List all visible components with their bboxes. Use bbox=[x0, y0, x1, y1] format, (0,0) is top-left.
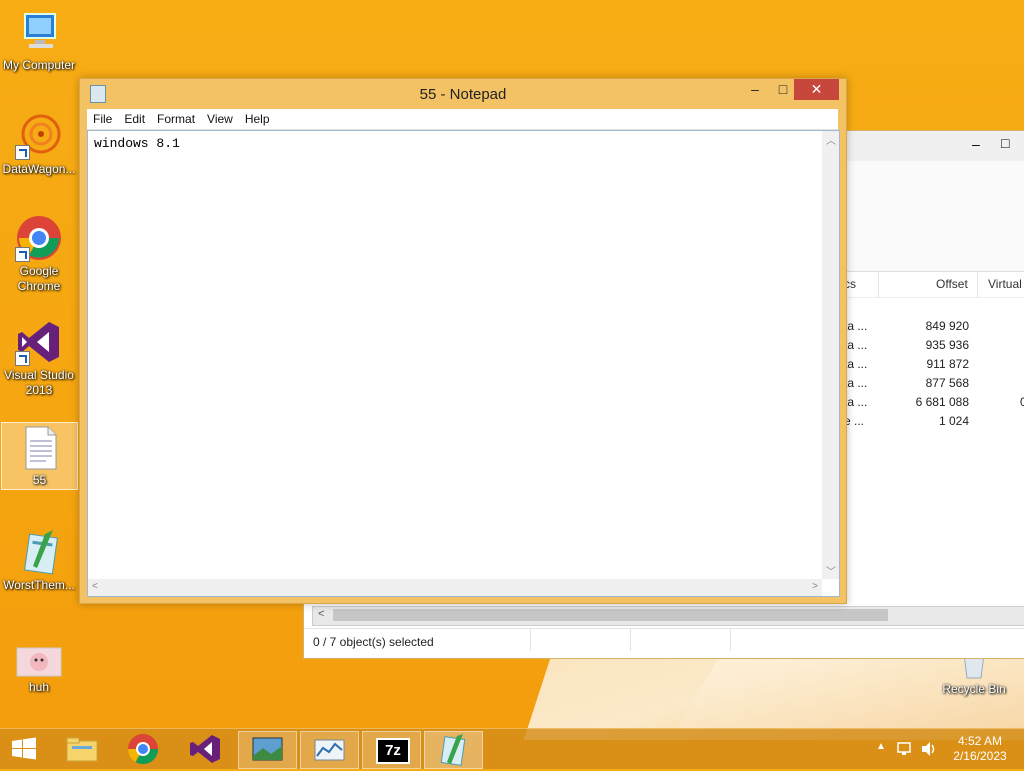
scroll-down-icon[interactable]: ﹀ bbox=[826, 563, 836, 578]
horizontal-scrollbar[interactable]: < bbox=[312, 606, 1024, 626]
clock-time: 4:52 AM bbox=[957, 734, 1003, 748]
taskbar-visual-studio[interactable] bbox=[176, 731, 233, 767]
shortcut-arrow-icon bbox=[15, 145, 30, 160]
shortcut-arrow-icon bbox=[15, 351, 30, 366]
minimize-button[interactable]: – bbox=[972, 136, 980, 152]
table-cell-offset: 911 872 bbox=[926, 357, 970, 371]
notepad-icon bbox=[440, 734, 466, 766]
taskbar-resource-monitor[interactable] bbox=[300, 731, 359, 769]
system-clock[interactable]: 4:52 AM 2/16/2023 bbox=[940, 734, 1020, 764]
menu-bar: File Edit Format View Help bbox=[87, 109, 838, 130]
desktop-icon-worstthem[interactable]: WorstThem... bbox=[0, 528, 78, 593]
menu-edit[interactable]: Edit bbox=[118, 109, 151, 129]
clock-date: 2/16/2023 bbox=[953, 749, 1007, 763]
desktop-icon-visual-studio[interactable]: Visual Studio 2013 bbox=[0, 318, 78, 398]
table-cell-type: e ... bbox=[844, 414, 865, 428]
volume-icon[interactable] bbox=[920, 740, 938, 758]
table-cell-offset: 935 936 bbox=[925, 338, 969, 352]
vertical-scrollbar[interactable]: ︿ ﹀ bbox=[822, 131, 839, 579]
chrome-icon bbox=[15, 214, 63, 262]
table-cell-offset: 877 568 bbox=[925, 376, 969, 390]
taskbar-file-explorer[interactable] bbox=[54, 731, 111, 767]
folder-icon bbox=[66, 737, 98, 762]
desktop-icon-google-chrome[interactable]: Google Chrome bbox=[0, 214, 78, 294]
windows-logo-icon bbox=[12, 737, 36, 760]
desktop-icon-datawagon[interactable]: DataWagon... bbox=[0, 112, 78, 177]
table-cell-offset: 1 024 bbox=[938, 414, 969, 428]
table-cell-type: ta ... bbox=[844, 319, 868, 333]
status-divider bbox=[530, 629, 531, 651]
status-divider bbox=[630, 629, 631, 651]
text-file-icon bbox=[16, 423, 64, 471]
desktop-icon-label: Recycle Bin bbox=[942, 682, 1006, 696]
scroll-left-icon[interactable]: < bbox=[92, 581, 98, 592]
status-bar: 0 / 7 object(s) selected bbox=[304, 628, 1024, 657]
monitor-chart-icon bbox=[314, 739, 345, 761]
status-divider bbox=[730, 629, 731, 651]
datawagon-icon bbox=[15, 112, 63, 160]
desktop-icon-huh[interactable]: huh bbox=[0, 644, 78, 695]
desktop-icon-label: huh bbox=[28, 680, 50, 694]
table-cell-offset: 6 681 088 bbox=[915, 395, 969, 409]
column-header-offset[interactable]: Offset bbox=[936, 277, 968, 291]
taskbar: 7z ▲ 4:52 AM 2/16/2023 bbox=[0, 728, 1024, 769]
table-cell-type: ta ... bbox=[844, 338, 868, 352]
computer-icon bbox=[15, 8, 63, 56]
visual-studio-icon bbox=[15, 318, 63, 366]
column-divider[interactable] bbox=[977, 271, 978, 297]
menu-view[interactable]: View bbox=[201, 109, 239, 129]
desktop-icon-label: Google Chrome bbox=[17, 264, 61, 293]
horizontal-scrollbar[interactable]: < > bbox=[88, 579, 822, 596]
start-button[interactable] bbox=[0, 731, 48, 767]
column-header-virtual[interactable]: Virtual bbox=[988, 277, 1022, 291]
table-cell-virtual: 0 bbox=[1020, 395, 1024, 409]
table-cell-offset: 849 920 bbox=[925, 319, 969, 333]
window-title: 55 - Notepad bbox=[419, 86, 507, 103]
maximize-button[interactable]: □ bbox=[1001, 135, 1009, 151]
desktop-icon-55[interactable]: 55 bbox=[1, 422, 78, 490]
show-hidden-icons-icon[interactable]: ▲ bbox=[876, 741, 886, 752]
notepad-window[interactable]: 55 - Notepad – □ ✕ File Edit Format View Hel… bbox=[79, 78, 847, 604]
taskbar-7zip[interactable]: 7z bbox=[362, 731, 421, 769]
status-text: 0 / 7 object(s) selected bbox=[313, 635, 434, 649]
network-icon[interactable] bbox=[896, 740, 914, 758]
scroll-up-icon[interactable]: ︿ bbox=[826, 132, 836, 147]
sevenzip-icon: 7z bbox=[376, 738, 410, 764]
desktop-icon-label: My Computer bbox=[2, 58, 76, 72]
scroll-right-icon[interactable]: > bbox=[812, 581, 818, 592]
picture-icon bbox=[252, 737, 283, 761]
desktop-icon-label: 55 bbox=[32, 473, 47, 487]
notepad-titlebar[interactable]: 55 - Notepad – □ ✕ bbox=[80, 79, 846, 109]
document-text[interactable]: windows 8.1 bbox=[94, 136, 180, 151]
menu-help[interactable]: Help bbox=[239, 109, 276, 129]
scrollbar-thumb[interactable] bbox=[333, 609, 888, 621]
close-button[interactable]: ✕ bbox=[794, 79, 839, 100]
taskbar-notepad[interactable] bbox=[424, 731, 483, 769]
menu-format[interactable]: Format bbox=[151, 109, 201, 129]
table-cell-type: ta ... bbox=[844, 357, 868, 371]
desktop-icon-label: Visual Studio 2013 bbox=[4, 368, 74, 397]
desktop-icon-my-computer[interactable]: My Computer bbox=[0, 8, 78, 73]
desktop-icon-label: DataWagon... bbox=[2, 162, 76, 176]
image-file-icon bbox=[15, 644, 63, 678]
desktop-icon-label: WorstThem... bbox=[3, 578, 75, 592]
menu-file[interactable]: File bbox=[87, 109, 118, 129]
taskbar-image-viewer[interactable] bbox=[238, 731, 297, 769]
chrome-icon bbox=[128, 734, 158, 765]
minimize-button[interactable]: – bbox=[740, 79, 770, 100]
scroll-left-icon[interactable]: < bbox=[318, 608, 324, 620]
theme-notepad-icon bbox=[15, 528, 63, 576]
table-cell-type: ta ... bbox=[844, 395, 868, 409]
text-editor-area[interactable]: windows 8.1 ︿ ﹀ < > bbox=[87, 130, 840, 597]
shortcut-arrow-icon bbox=[15, 247, 30, 262]
column-divider[interactable] bbox=[878, 271, 879, 297]
taskbar-chrome[interactable] bbox=[115, 731, 172, 767]
visual-studio-icon bbox=[190, 735, 220, 763]
table-cell-type: ta ... bbox=[844, 376, 868, 390]
